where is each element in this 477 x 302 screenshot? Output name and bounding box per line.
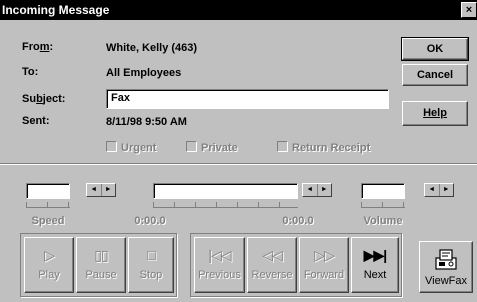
previous-button[interactable]: |◁◁ Previous [194, 237, 245, 293]
position-end: 0:00.0 [282, 215, 314, 227]
pause-label: Pause [85, 269, 117, 281]
urgent-label: Urgent [121, 142, 157, 154]
to-label: To: [22, 66, 39, 78]
speed-field[interactable] [26, 183, 70, 199]
arrow-left-icon[interactable]: ◄ [425, 184, 440, 196]
from-value: White, Kelly (463) [106, 42, 198, 54]
volume-spinner[interactable]: ◄ ► [424, 183, 454, 197]
stop-label: Stop [139, 269, 163, 281]
forward-label: Forward [303, 269, 345, 281]
subject-input[interactable]: Fax [106, 89, 389, 109]
play-label: Play [38, 269, 60, 281]
viewfax-button[interactable]: ViewFax [419, 241, 473, 293]
next-button[interactable]: ▶▶| Next [351, 237, 399, 293]
sent-value: 8/11/98 9:50 AM [106, 116, 187, 128]
play-icon: ▷ [44, 247, 55, 263]
speed-spinner[interactable]: ◄ ► [86, 183, 116, 197]
urgent-checkbox[interactable]: Urgent [106, 141, 156, 154]
volume-field[interactable] [361, 183, 405, 199]
ok-button[interactable]: OK [401, 37, 469, 61]
checkbox-icon [106, 141, 117, 152]
speed-label: Speed [31, 215, 65, 227]
window-title: Incoming Message [2, 3, 110, 17]
arrow-right-icon[interactable]: ► [102, 184, 116, 196]
play-button[interactable]: ▷ Play [24, 237, 74, 293]
help-button[interactable]: Help [402, 101, 468, 126]
position-spinner[interactable]: ◄ ► [302, 183, 332, 197]
pause-button[interactable]: ▯▯ Pause [76, 237, 126, 293]
title-bar: Incoming Message [0, 0, 477, 20]
private-checkbox[interactable]: Private [186, 141, 238, 154]
private-label: Private [201, 142, 238, 154]
viewfax-label: ViewFax [425, 275, 467, 287]
arrow-left-icon[interactable]: ◄ [87, 184, 102, 196]
reverse-button[interactable]: ◁◁ Reverse [247, 237, 297, 293]
forward-icon: ▷▷ [314, 247, 335, 263]
sent-label: Sent: [22, 115, 50, 127]
previous-label: Previous [198, 269, 241, 281]
reverse-label: Reverse [251, 269, 293, 281]
divider [0, 163, 477, 165]
return-receipt-label: Return Receipt [292, 142, 371, 154]
position-field[interactable] [153, 183, 298, 199]
close-icon: × [465, 4, 473, 16]
to-value: All Employees [106, 67, 182, 79]
arrow-right-icon[interactable]: ► [440, 184, 454, 196]
forward-button[interactable]: ▷▷ Forward [299, 237, 349, 293]
pause-icon: ▯▯ [94, 247, 108, 263]
next-icon: ▶▶| [363, 247, 387, 263]
position-start: 0:00.0 [134, 215, 166, 227]
reverse-icon: ◁◁ [262, 247, 283, 263]
checkbox-icon [186, 141, 197, 152]
arrow-right-icon[interactable]: ► [318, 184, 332, 196]
close-button[interactable]: × [461, 2, 477, 18]
volume-label: Volume [363, 215, 403, 227]
position-ticks [153, 202, 298, 208]
return-receipt-checkbox[interactable]: Return Receipt [277, 141, 370, 154]
from-label: From: [22, 41, 54, 53]
subject-label: Subject: [22, 93, 66, 105]
help-button-label: Help [423, 107, 447, 119]
fax-icon [433, 248, 459, 272]
stop-icon: □ [147, 247, 155, 263]
cancel-button[interactable]: Cancel [402, 64, 468, 86]
volume-ticks [361, 202, 405, 208]
next-label: Next [363, 269, 387, 281]
stop-button[interactable]: □ Stop [128, 237, 174, 293]
previous-icon: |◁◁ [208, 247, 231, 263]
speed-ticks [26, 202, 70, 208]
checkbox-icon [277, 141, 288, 152]
arrow-left-icon[interactable]: ◄ [303, 184, 318, 196]
